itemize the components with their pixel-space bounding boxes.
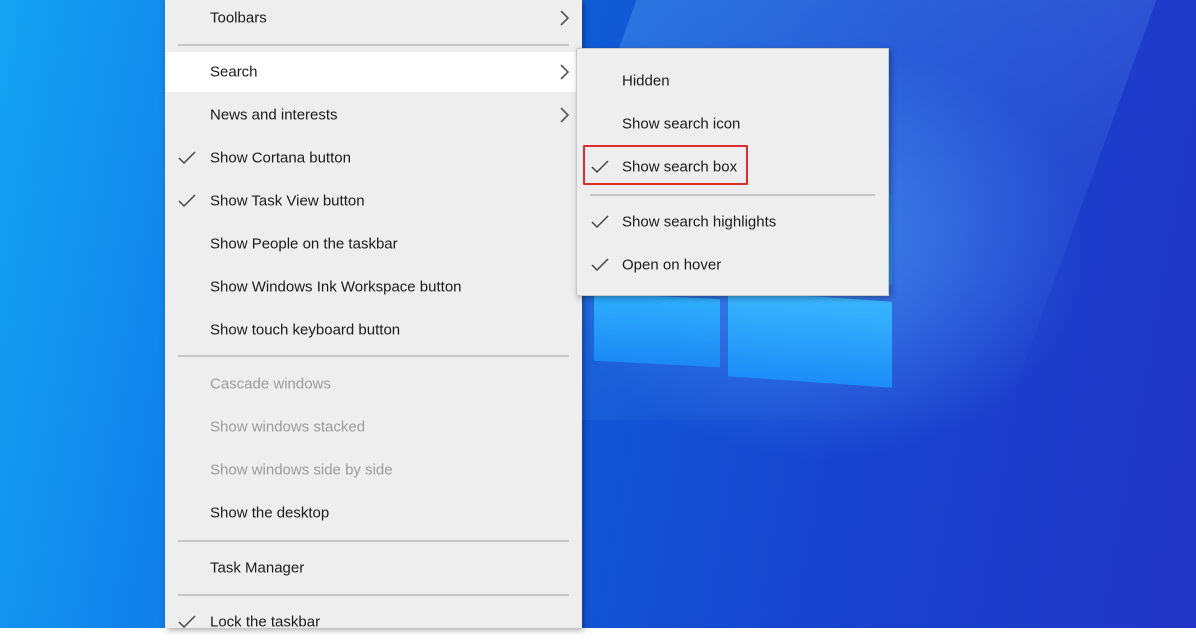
menu-item-show-windows-stacked: Show windows stacked	[165, 407, 582, 447]
menu-item-label: Show Task View button	[210, 192, 365, 210]
submenu-item-show-search-highlights[interactable]: Show search highlights	[577, 202, 888, 242]
menu-item-label: Search	[210, 63, 258, 81]
menu-item-label: Show touch keyboard button	[210, 321, 401, 339]
menu-item-label: Show search highlights	[622, 213, 777, 231]
windows-logo-pane	[594, 292, 720, 368]
menu-item-cascade-windows: Cascade windows	[165, 364, 582, 404]
menu-item-label: Show search icon	[622, 115, 741, 133]
menu-item-label: Open on hover	[622, 256, 722, 274]
checkmark-icon	[178, 151, 196, 165]
menu-item-label: Show Windows Ink Workspace button	[210, 278, 462, 296]
menu-item-show-the-desktop[interactable]: Show the desktop	[165, 493, 582, 533]
menu-item-label: Show the desktop	[210, 504, 330, 522]
menu-separator	[178, 540, 569, 542]
menu-item-task-manager[interactable]: Task Manager	[165, 548, 582, 588]
chevron-right-icon	[560, 64, 570, 80]
menu-separator	[178, 594, 569, 596]
menu-item-show-touch-keyboard[interactable]: Show touch keyboard button	[165, 310, 582, 350]
menu-item-show-cortana-button[interactable]: Show Cortana button	[165, 138, 582, 178]
menu-item-label: Show People on the taskbar	[210, 235, 398, 253]
menu-item-show-windows-side-by-side: Show windows side by side	[165, 450, 582, 490]
checkmark-icon	[178, 615, 196, 629]
submenu-item-hidden[interactable]: Hidden	[577, 61, 888, 101]
menu-separator	[178, 44, 569, 46]
chevron-right-icon	[560, 107, 570, 123]
chevron-right-icon	[560, 10, 570, 26]
menu-item-label: Show Cortana button	[210, 149, 351, 167]
menu-item-show-people[interactable]: Show People on the taskbar	[165, 224, 582, 264]
menu-item-label: Task Manager	[210, 559, 305, 577]
menu-item-lock-the-taskbar[interactable]: Lock the taskbar	[165, 602, 582, 642]
menu-separator	[590, 194, 875, 196]
checkmark-icon	[178, 194, 196, 208]
taskbar-context-menu: Toolbars Search News and interests Show …	[165, 0, 582, 631]
menu-item-label: Hidden	[622, 72, 670, 90]
checkmark-icon	[591, 258, 609, 272]
menu-item-label: Show windows stacked	[210, 418, 366, 436]
checkmark-icon	[591, 215, 609, 229]
menu-item-show-windows-ink[interactable]: Show Windows Ink Workspace button	[165, 267, 582, 307]
menu-item-label: News and interests	[210, 106, 338, 124]
menu-item-label: Cascade windows	[210, 375, 331, 393]
windows-logo-pane	[728, 290, 892, 388]
menu-separator	[178, 355, 569, 357]
menu-item-label: Toolbars	[210, 9, 267, 27]
search-submenu: Hidden Show search icon Show search box …	[576, 48, 889, 296]
menu-item-show-task-view-button[interactable]: Show Task View button	[165, 181, 582, 221]
submenu-item-open-on-hover[interactable]: Open on hover	[577, 245, 888, 285]
menu-item-label: Show windows side by side	[210, 461, 393, 479]
menu-item-news-and-interests[interactable]: News and interests	[165, 95, 582, 135]
highlight-annotation-box	[583, 145, 748, 185]
menu-item-toolbars[interactable]: Toolbars	[165, 0, 582, 38]
menu-item-search[interactable]: Search	[165, 52, 582, 92]
submenu-item-show-search-icon[interactable]: Show search icon	[577, 104, 888, 144]
